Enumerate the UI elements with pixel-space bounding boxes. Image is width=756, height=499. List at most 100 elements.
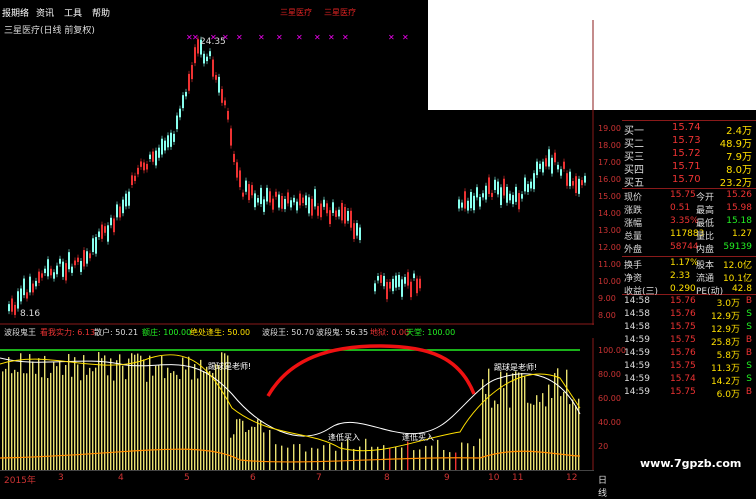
indicator-bar xyxy=(137,353,139,470)
indicator-bar xyxy=(107,375,109,470)
book-row: 买四 15.71 8.0万 xyxy=(624,161,752,176)
indicator-bar xyxy=(197,378,199,470)
menu-item-news[interactable]: 资讯 xyxy=(36,6,54,19)
price-tick: 19.00 xyxy=(598,124,621,133)
time-tick: 6 xyxy=(250,473,256,483)
book-row: 买一 15.74 2.4万 xyxy=(624,122,752,137)
time-tick: 12 xyxy=(566,473,578,483)
indicator-bar xyxy=(149,355,151,470)
indicator-bar xyxy=(491,407,493,470)
indicator-bar xyxy=(260,420,262,470)
indicator-bar xyxy=(563,391,565,470)
indicator-bar xyxy=(89,367,91,470)
indicator-bar xyxy=(305,451,307,470)
indicator-bar xyxy=(56,366,58,470)
indicator-bar xyxy=(113,380,115,470)
signal-marker: ✕ xyxy=(402,33,409,42)
indicator-bar xyxy=(341,442,343,470)
signal-marker: ✕ xyxy=(328,33,335,42)
book-row: 买五 15.70 23.2万 xyxy=(624,174,752,189)
indicator-bar xyxy=(479,438,481,470)
indicator-bar xyxy=(530,403,532,470)
indicator-bar xyxy=(8,357,10,470)
indicator-bar xyxy=(419,449,421,470)
indicator-bar xyxy=(239,418,241,470)
indicator-bar xyxy=(269,429,271,470)
indicator-bar xyxy=(281,445,283,470)
indicator-bar xyxy=(125,379,127,470)
indicator-bar xyxy=(35,373,37,470)
indicator-bar xyxy=(524,376,526,470)
indicator-bar xyxy=(494,400,496,470)
period-label[interactable]: 日线 xyxy=(598,473,607,499)
indicator-chart[interactable] xyxy=(0,338,594,470)
signal-marker: ✕ xyxy=(276,33,283,42)
annotation-bubble: 踢球是老师! xyxy=(208,362,252,371)
indicator-bar xyxy=(194,364,196,470)
indicator-bar xyxy=(518,372,520,470)
indicator-value: 散户: 50.21 xyxy=(94,328,139,337)
indicator-bar xyxy=(110,358,112,470)
indicator-bar xyxy=(485,393,487,470)
indicator-bar xyxy=(230,437,232,470)
time-tick: 8 xyxy=(384,473,390,483)
signal-marker: ✕ xyxy=(388,33,395,42)
indicator-bar xyxy=(254,426,256,470)
annotation-bubble: 逢低买入 xyxy=(328,433,360,442)
indicator-bar xyxy=(329,443,331,470)
indicator-bar xyxy=(335,450,337,470)
menu-item-report[interactable]: 报期络 xyxy=(2,6,29,19)
stats-row: 换手 1.17% 股本 12.0亿 xyxy=(624,258,752,271)
indicator-bar xyxy=(542,393,544,470)
indicator-bar xyxy=(206,366,208,470)
price-tick: 14.00 xyxy=(598,209,621,218)
indicator-bar xyxy=(536,395,538,470)
indicator-bar xyxy=(242,420,244,470)
price-tick: 17.00 xyxy=(598,158,621,167)
menu-item-tools[interactable]: 工具 xyxy=(64,6,82,19)
indicator-tick: 80.00 xyxy=(598,370,621,379)
indicator-bar xyxy=(92,371,94,470)
title-stock-name: 三星医疗 xyxy=(280,8,312,17)
indicator-bar xyxy=(506,372,508,470)
indicator-bar xyxy=(26,373,28,470)
indicator-bar xyxy=(119,354,121,470)
indicator-value: 地狱: 0.00 xyxy=(370,328,410,337)
indicator-bar xyxy=(185,369,187,470)
price-tick: 12.00 xyxy=(598,243,621,252)
indicator-bar xyxy=(167,367,169,470)
indicator-bar xyxy=(155,365,157,470)
indicator-bar xyxy=(38,358,40,470)
indicator-bar xyxy=(461,442,463,470)
candlestick-chart[interactable]: ✕ ✕ ✕ ✕ ✕ ✕ ✕ ✕ ✕ ✕ ✕ ✕ ✕ 24.35 8.16 xyxy=(0,20,594,325)
menu-bar: 报期络 资讯 工具 帮助 三星医疗 三星医疗 xyxy=(0,0,428,20)
indicator-bar xyxy=(116,360,118,470)
low-label: 8.16 xyxy=(20,309,40,319)
indicator-bar xyxy=(95,367,97,470)
tick-row: 14:59 15.76 5.8万 B xyxy=(624,348,752,361)
indicator-bar xyxy=(521,372,523,470)
menu-item-help[interactable]: 帮助 xyxy=(92,6,110,19)
indicator-bar xyxy=(86,374,88,470)
indicator-bar xyxy=(539,401,541,470)
indicator-bar xyxy=(74,357,76,470)
indicator-bar xyxy=(263,432,265,470)
indicator-bar xyxy=(212,372,214,470)
indicator-bar xyxy=(53,362,55,470)
indicator-bar xyxy=(500,371,502,470)
indicator-bar xyxy=(512,373,514,470)
indicator-bar xyxy=(44,355,46,470)
indicator-bar xyxy=(191,379,193,470)
indicator-bar xyxy=(164,378,166,470)
candles xyxy=(8,36,586,318)
indicator-value: 波段王: 50.70 xyxy=(262,328,315,337)
price-tick: 11.00 xyxy=(598,260,621,269)
indicator-bar xyxy=(548,384,550,470)
indicator-bar xyxy=(11,373,13,470)
indicator-bar xyxy=(152,375,154,470)
indicator-bar xyxy=(200,359,202,470)
stats-row: 涨幅 3.35% 最低 15.18 xyxy=(624,216,752,229)
indicator-value: 额庄: 100.00 xyxy=(142,328,192,337)
indicator-bar xyxy=(188,356,190,470)
indicator-bar xyxy=(449,452,451,470)
